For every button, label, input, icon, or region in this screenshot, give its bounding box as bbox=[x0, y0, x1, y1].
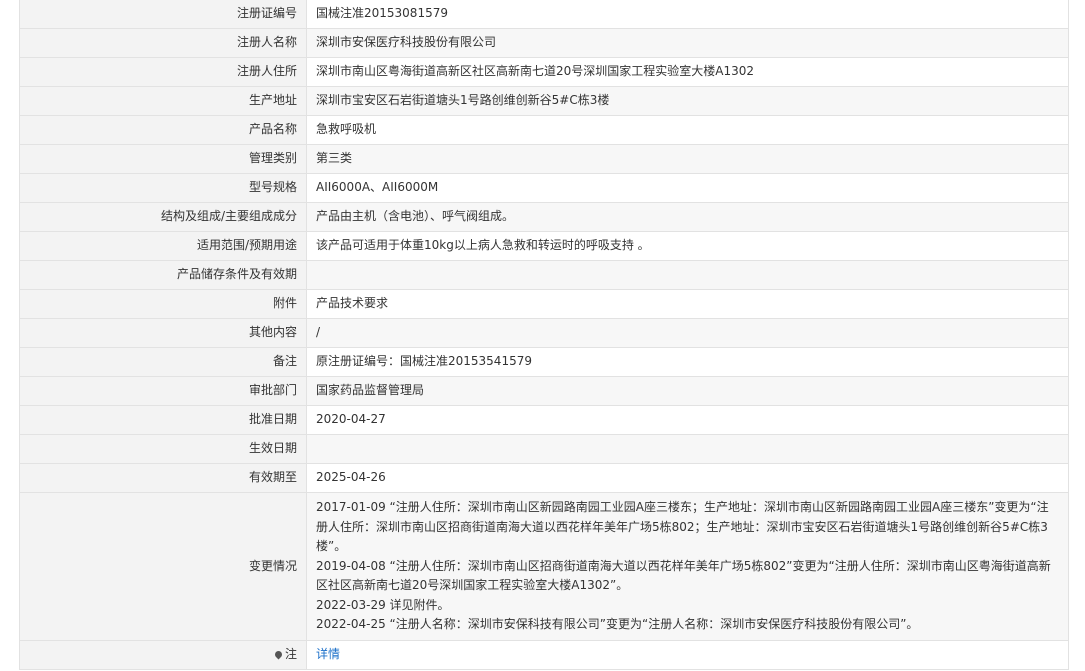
field-value: 深圳市安保医疗科技股份有限公司 bbox=[306, 28, 1069, 58]
row-management-category: 管理类别 第三类 bbox=[19, 144, 1069, 174]
field-label: 有效期至 bbox=[19, 463, 307, 493]
field-value: 第三类 bbox=[306, 144, 1069, 174]
field-label: 注册证编号 bbox=[19, 0, 307, 29]
field-value: 深圳市宝安区石岩街道塘头1号路创维创新谷5#C栋3楼 bbox=[306, 86, 1069, 116]
field-label: 审批部门 bbox=[19, 376, 307, 406]
field-value: / bbox=[306, 318, 1069, 348]
row-approval-date: 批准日期 2020-04-27 bbox=[19, 405, 1069, 435]
details-link[interactable]: 详情 bbox=[316, 647, 340, 661]
field-label: 注册人名称 bbox=[19, 28, 307, 58]
field-value: 2025-04-26 bbox=[306, 463, 1069, 493]
note-label: 注 bbox=[284, 646, 297, 661]
change-history-list: 2017-01-09 “注册人住所：深圳市南山区新园路南园工业园A座三楼东；生产… bbox=[306, 492, 1069, 641]
field-label: 产品储存条件及有效期 bbox=[19, 260, 307, 290]
note-label-cell: 注 bbox=[19, 639, 307, 670]
field-value: 产品技术要求 bbox=[306, 289, 1069, 319]
field-label: 产品名称 bbox=[19, 115, 307, 145]
row-production-address: 生产地址 深圳市宝安区石岩街道塘头1号路创维创新谷5#C栋3楼 bbox=[19, 86, 1069, 116]
row-registrant-address: 注册人住所 深圳市南山区粤海街道高新区社区高新南七道20号深圳国家工程实验室大楼… bbox=[19, 57, 1069, 87]
field-value: 产品由主机（含电池）、呼气阀组成。 bbox=[306, 202, 1069, 232]
row-valid-until: 有效期至 2025-04-26 bbox=[19, 463, 1069, 493]
field-value: AII6000A、AII6000M bbox=[306, 173, 1069, 203]
row-model-spec: 型号规格 AII6000A、AII6000M bbox=[19, 173, 1069, 203]
row-note: 注 详情 bbox=[19, 639, 1069, 670]
field-label: 适用范围/预期用途 bbox=[19, 231, 307, 261]
field-value: 2020-04-27 bbox=[306, 405, 1069, 435]
row-attachment: 附件 产品技术要求 bbox=[19, 289, 1069, 319]
field-value bbox=[306, 434, 1069, 464]
field-value bbox=[306, 260, 1069, 290]
change-entry: 2017-01-09 “注册人住所：深圳市南山区新园路南园工业园A座三楼东；生产… bbox=[316, 500, 1049, 553]
row-approval-department: 审批部门 国家药品监督管理局 bbox=[19, 376, 1069, 406]
detail-table: 注册证编号 国械注准20153081579 注册人名称 深圳市安保医疗科技股份有… bbox=[19, 0, 1069, 670]
row-storage-conditions: 产品储存条件及有效期 bbox=[19, 260, 1069, 290]
field-label: 注册人住所 bbox=[19, 57, 307, 87]
field-label: 管理类别 bbox=[19, 144, 307, 174]
field-value: 急救呼吸机 bbox=[306, 115, 1069, 145]
row-intended-use: 适用范围/预期用途 该产品可适用于体重10kg以上病人急救和转运时的呼吸支持 。 bbox=[19, 231, 1069, 261]
field-label: 变更情况 bbox=[19, 492, 307, 641]
field-label: 附件 bbox=[19, 289, 307, 319]
pin-icon bbox=[273, 649, 284, 660]
field-label: 型号规格 bbox=[19, 173, 307, 203]
field-value: 原注册证编号：国械注准20153541579 bbox=[306, 347, 1069, 377]
row-remarks: 备注 原注册证编号：国械注准20153541579 bbox=[19, 347, 1069, 377]
field-label: 其他内容 bbox=[19, 318, 307, 348]
field-label: 生效日期 bbox=[19, 434, 307, 464]
row-effective-date: 生效日期 bbox=[19, 434, 1069, 464]
field-value: 深圳市南山区粤海街道高新区社区高新南七道20号深圳国家工程实验室大楼A1302 bbox=[306, 57, 1069, 87]
row-change-history: 变更情况 2017-01-09 “注册人住所：深圳市南山区新园路南园工业园A座三… bbox=[19, 492, 1069, 641]
field-value: 国家药品监督管理局 bbox=[306, 376, 1069, 406]
field-label: 备注 bbox=[19, 347, 307, 377]
change-entry: 2022-04-25 “注册人名称：深圳市安保科技有限公司”变更为“注册人名称：… bbox=[316, 617, 919, 631]
field-label: 生产地址 bbox=[19, 86, 307, 116]
row-product-name: 产品名称 急救呼吸机 bbox=[19, 115, 1069, 145]
field-label: 结构及组成/主要组成成分 bbox=[19, 202, 307, 232]
row-structure-composition: 结构及组成/主要组成成分 产品由主机（含电池）、呼气阀组成。 bbox=[19, 202, 1069, 232]
row-other-content: 其他内容 / bbox=[19, 318, 1069, 348]
note-value-cell: 详情 bbox=[306, 639, 1069, 670]
registration-detail: 注册证编号 国械注准20153081579 注册人名称 深圳市安保医疗科技股份有… bbox=[19, 0, 1069, 670]
field-label: 批准日期 bbox=[19, 405, 307, 435]
row-registrant-name: 注册人名称 深圳市安保医疗科技股份有限公司 bbox=[19, 28, 1069, 58]
field-value: 该产品可适用于体重10kg以上病人急救和转运时的呼吸支持 。 bbox=[306, 231, 1069, 261]
change-entry: 2022-03-29 详见附件。 bbox=[316, 597, 450, 612]
field-value: 国械注准20153081579 bbox=[306, 0, 1069, 29]
change-entry: 2019-04-08 “注册人住所：深圳市南山区招商街道南海大道以西花样年美年广… bbox=[316, 558, 1051, 593]
row-registration-number: 注册证编号 国械注准20153081579 bbox=[19, 0, 1069, 29]
